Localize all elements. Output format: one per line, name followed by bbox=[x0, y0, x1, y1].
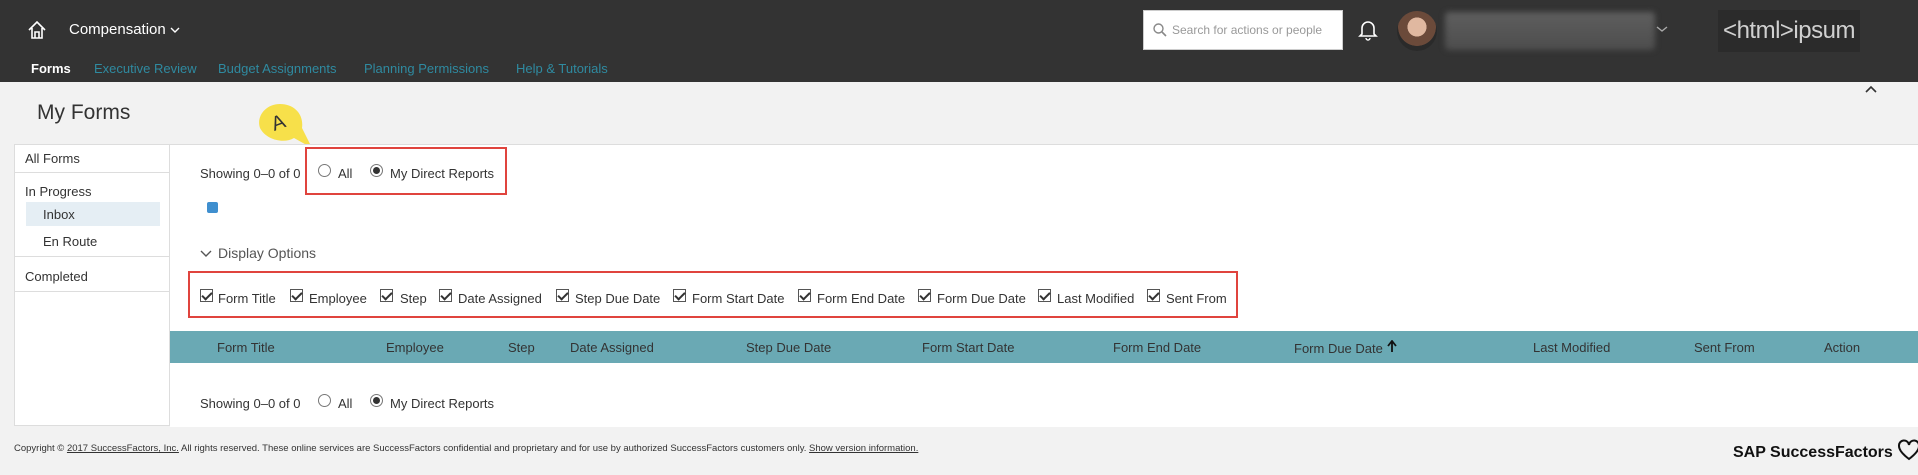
brand-text: SAP SuccessFactors bbox=[1733, 444, 1893, 461]
checkbox-last-modified[interactable] bbox=[1038, 289, 1051, 302]
checkbox-step-label[interactable]: Step bbox=[400, 291, 427, 306]
column-header-form-start-date[interactable]: Form Start Date bbox=[922, 340, 1014, 355]
company-link[interactable]: 2017 SuccessFactors, Inc. bbox=[67, 443, 179, 454]
sidebar-item-en-route[interactable]: En Route bbox=[43, 234, 97, 249]
sidebar-divider bbox=[15, 291, 169, 292]
sidebar-item-completed[interactable]: Completed bbox=[25, 269, 88, 284]
column-header-form-due-date[interactable]: Form Due Date bbox=[1294, 339, 1397, 356]
module-name: Compensation bbox=[69, 21, 166, 38]
show-version-link[interactable]: Show version information. bbox=[809, 443, 918, 454]
search-input[interactable]: Search for actions or people bbox=[1143, 10, 1343, 50]
tab-executive-review[interactable]: Executive Review bbox=[94, 61, 197, 76]
module-switcher[interactable]: Compensation bbox=[69, 21, 180, 38]
radio-all-bottom[interactable] bbox=[318, 394, 331, 407]
top-header: Compensation Search for actions or peopl… bbox=[0, 0, 1918, 82]
checkbox-form-title-label[interactable]: Form Title bbox=[218, 291, 276, 306]
company-logo: <html>ipsum bbox=[1718, 10, 1860, 52]
search-placeholder: Search for actions or people bbox=[1172, 23, 1323, 37]
sap-successfactors-logo: SAP SuccessFactors bbox=[1733, 439, 1918, 462]
notifications-bell-icon[interactable] bbox=[1357, 18, 1379, 42]
column-header-employee[interactable]: Employee bbox=[386, 340, 444, 355]
chevron-down-icon bbox=[170, 21, 180, 38]
display-options-label: Display Options bbox=[218, 245, 317, 261]
checkbox-employee-label[interactable]: Employee bbox=[309, 291, 367, 306]
tab-help-tutorials[interactable]: Help & Tutorials bbox=[516, 61, 608, 76]
checkbox-last-modified-label[interactable]: Last Modified bbox=[1057, 291, 1134, 306]
search-icon bbox=[1152, 22, 1168, 38]
heart-icon bbox=[1898, 439, 1918, 461]
column-header-form-due-date-label: Form Due Date bbox=[1294, 341, 1383, 356]
display-options-toggle[interactable]: Display Options bbox=[200, 245, 316, 261]
radio-all-bottom-label[interactable]: All bbox=[338, 396, 352, 411]
radio-all[interactable] bbox=[318, 164, 331, 177]
tab-planning-permissions[interactable]: Planning Permissions bbox=[364, 61, 489, 76]
checkbox-form-title[interactable] bbox=[200, 289, 213, 302]
user-avatar[interactable] bbox=[1397, 11, 1437, 51]
forms-table-header: Form Title Employee Step Date Assigned S… bbox=[170, 331, 1918, 363]
sidebar-divider bbox=[15, 172, 169, 173]
tab-budget-assignments[interactable]: Budget Assignments bbox=[218, 61, 337, 76]
radio-all-label[interactable]: All bbox=[338, 166, 352, 181]
column-header-action: Action bbox=[1824, 340, 1861, 355]
home-icon[interactable] bbox=[26, 19, 48, 41]
column-header-last-modified[interactable]: Last Modified bbox=[1533, 340, 1610, 355]
showing-count-bottom: Showing 0–0 of 0 bbox=[200, 396, 301, 411]
radio-my-direct-reports-bottom-label[interactable]: My Direct Reports bbox=[390, 396, 494, 411]
checkbox-date-assigned-label[interactable]: Date Assigned bbox=[458, 291, 542, 306]
column-header-date-assigned[interactable]: Date Assigned bbox=[570, 340, 654, 355]
tab-forms[interactable]: Forms bbox=[31, 61, 71, 76]
sidebar-divider bbox=[15, 256, 169, 257]
radio-my-direct-reports[interactable] bbox=[370, 164, 383, 177]
checkbox-step[interactable] bbox=[380, 289, 393, 302]
user-menu-chevron-icon[interactable] bbox=[1656, 22, 1668, 36]
sidebar-item-inbox[interactable]: Inbox bbox=[43, 207, 75, 222]
checkbox-form-due-date[interactable] bbox=[918, 289, 931, 302]
checkbox-form-start-date[interactable] bbox=[673, 289, 686, 302]
radio-my-direct-reports-label[interactable]: My Direct Reports bbox=[390, 166, 494, 181]
checkbox-sent-from-label[interactable]: Sent From bbox=[1166, 291, 1227, 306]
column-header-sent-from[interactable]: Sent From bbox=[1694, 340, 1755, 355]
page-title: My Forms bbox=[37, 101, 131, 124]
checkbox-step-due-date-label[interactable]: Step Due Date bbox=[575, 291, 660, 306]
checkbox-form-end-date-label[interactable]: Form End Date bbox=[817, 291, 905, 306]
column-header-form-end-date[interactable]: Form End Date bbox=[1113, 340, 1201, 355]
footer-copyright: Copyright © 2017 SuccessFactors, Inc. Al… bbox=[14, 443, 918, 454]
collapse-chevron-up-icon[interactable] bbox=[1864, 81, 1878, 97]
column-header-form-title[interactable]: Form Title bbox=[217, 340, 275, 355]
chevron-down-icon bbox=[200, 250, 212, 257]
sidebar-item-in-progress[interactable]: In Progress bbox=[25, 184, 91, 199]
column-header-step-due-date[interactable]: Step Due Date bbox=[746, 340, 831, 355]
rights-text: All rights reserved. These online servic… bbox=[181, 443, 807, 454]
checkbox-sent-from[interactable] bbox=[1147, 289, 1160, 302]
checkbox-form-start-date-label[interactable]: Form Start Date bbox=[692, 291, 784, 306]
checkbox-employee[interactable] bbox=[290, 289, 303, 302]
checkbox-form-due-date-label[interactable]: Form Due Date bbox=[937, 291, 1026, 306]
checkbox-form-end-date[interactable] bbox=[798, 289, 811, 302]
copyright-prefix: Copyright © bbox=[14, 443, 65, 454]
forms-sidebar: All Forms In Progress Inbox En Route Com… bbox=[14, 144, 170, 426]
checkbox-date-assigned[interactable] bbox=[439, 289, 452, 302]
sidebar-item-all-forms[interactable]: All Forms bbox=[25, 151, 80, 166]
sort-ascending-icon bbox=[1387, 339, 1397, 356]
checkbox-step-due-date[interactable] bbox=[556, 289, 569, 302]
column-header-step[interactable]: Step bbox=[508, 340, 535, 355]
radio-my-direct-reports-bottom[interactable] bbox=[370, 394, 383, 407]
user-name-blurred[interactable] bbox=[1445, 12, 1655, 50]
showing-count: Showing 0–0 of 0 bbox=[200, 166, 301, 181]
info-icon[interactable] bbox=[207, 202, 218, 213]
